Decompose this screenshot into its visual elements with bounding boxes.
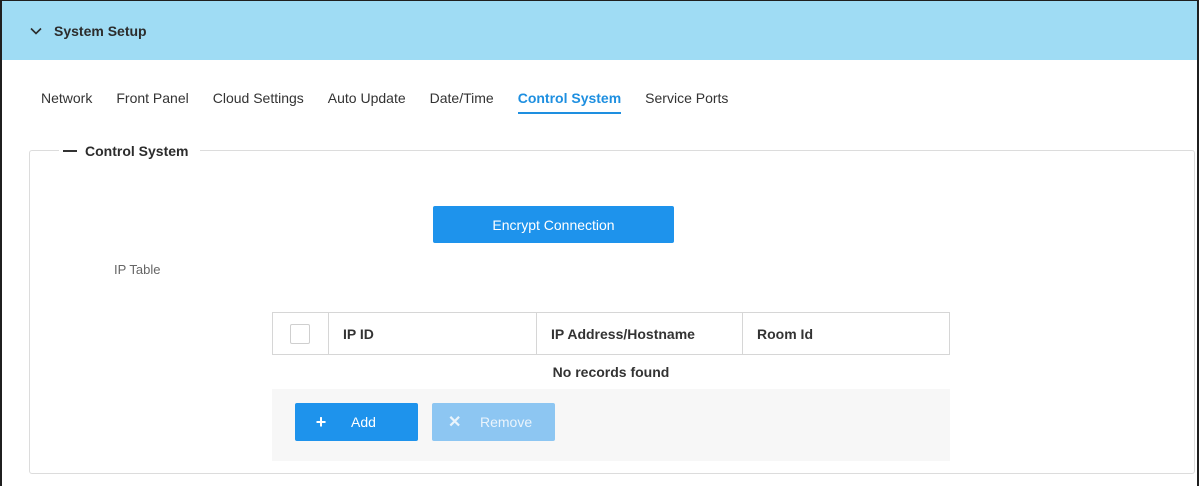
remove-button-label: Remove	[480, 414, 533, 430]
encrypt-connection-button[interactable]: Encrypt Connection	[433, 206, 674, 243]
control-system-title: Control System	[85, 143, 189, 159]
ip-table: IP ID IP Address/Hostname Room Id No rec…	[272, 312, 950, 464]
column-header-ip-id[interactable]: IP ID	[328, 312, 537, 355]
tab-front-panel[interactable]: Front Panel	[116, 88, 188, 114]
minus-icon	[63, 150, 77, 152]
remove-button[interactable]: ✕ Remove	[432, 403, 555, 441]
empty-message: No records found	[552, 364, 670, 380]
system-setup-title: System Setup	[54, 22, 147, 39]
column-header-ip-address[interactable]: IP Address/Hostname	[536, 312, 743, 355]
column-header-room-id[interactable]: Room Id	[742, 312, 950, 355]
close-icon: ✕	[448, 414, 462, 431]
tab-network[interactable]: Network	[41, 88, 92, 114]
tab-date-time[interactable]: Date/Time	[430, 88, 494, 114]
plus-icon: +	[315, 411, 327, 432]
tab-auto-update[interactable]: Auto Update	[328, 88, 406, 114]
add-button[interactable]: + Add	[295, 403, 418, 441]
table-header-row: IP ID IP Address/Hostname Room Id	[272, 312, 950, 355]
select-all-checkbox[interactable]	[290, 323, 310, 344]
select-all-cell	[272, 312, 329, 355]
tab-service-ports[interactable]: Service Ports	[645, 88, 728, 114]
tab-control-system[interactable]: Control System	[517, 88, 622, 114]
add-button-label: Add	[351, 414, 376, 430]
system-setup-header[interactable]: System Setup	[2, 1, 1197, 60]
tab-bar: Network Front Panel Cloud Settings Auto …	[41, 88, 752, 114]
chevron-down-icon	[30, 27, 42, 35]
ip-table-grid: IP ID IP Address/Hostname Room Id	[272, 312, 950, 355]
table-actions: + Add ✕ Remove	[272, 389, 950, 461]
tab-cloud-settings[interactable]: Cloud Settings	[213, 88, 304, 114]
ip-table-label: IP Table	[114, 262, 161, 277]
control-system-legend[interactable]: Control System	[59, 140, 201, 162]
